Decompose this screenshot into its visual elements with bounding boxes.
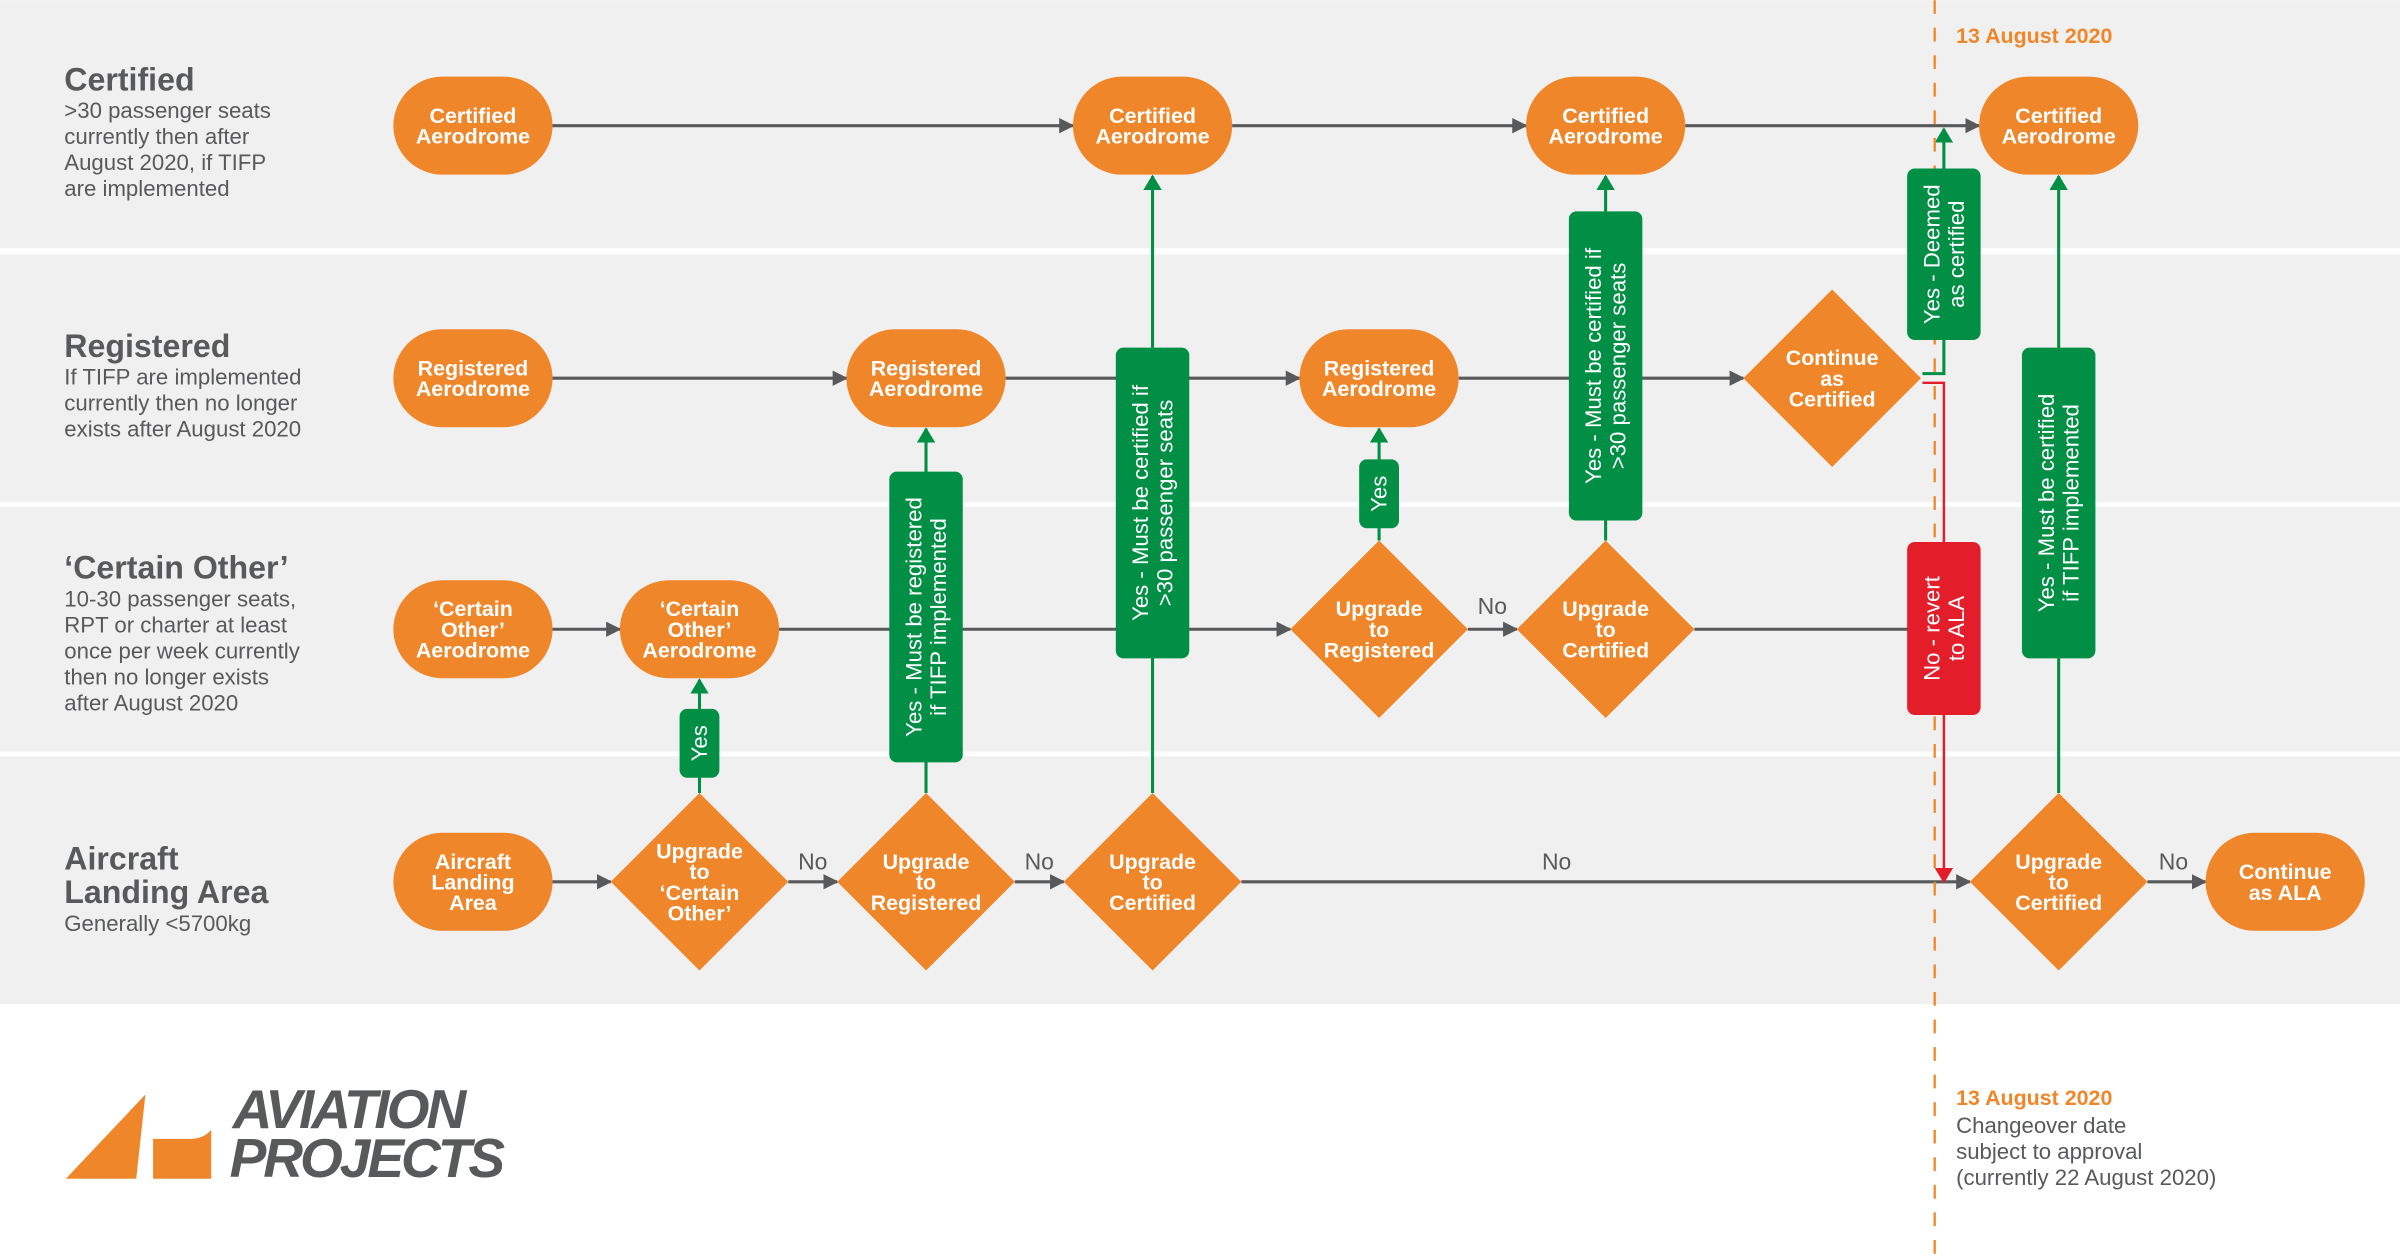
condition-label-line: Yes - Must be certified if [1128, 384, 1153, 621]
lane-desc-line: are implemented [64, 176, 229, 201]
lane-desc-line: then no longer exists [64, 664, 269, 689]
node-label-line: as ALA [2249, 881, 2322, 905]
condition-label-line: >30 passenger seats [1152, 400, 1177, 607]
node-label-line: Registered [1324, 639, 1435, 663]
edge-label-no: No [798, 849, 827, 875]
node-label-line: Registered [871, 891, 982, 915]
node-label-line: Aerodrome [1322, 377, 1436, 401]
condition-box-must-cert-1[interactable]: Yes - Must be certified if >30 passenger … [1115, 347, 1190, 659]
condition-label-line: >30 passenger seats [1606, 263, 1631, 470]
lane-title: Aircraft [64, 841, 179, 877]
flowchart-diagram: Certified >30 passenger seats currently … [0, 0, 2400, 1260]
condition-box-yes-reg[interactable]: Yes [1359, 459, 1399, 529]
logo-mark-right [153, 1129, 212, 1179]
node-label-line: Aerodrome [642, 639, 756, 663]
node-label-line: Aerodrome [416, 377, 530, 401]
condition-box-text: Yes - Must be registered if TIFP implemen… [901, 497, 950, 737]
condition-box-text: Yes [1367, 476, 1392, 512]
condition-box-revert[interactable]: No - revert to ALA [1907, 541, 1981, 715]
condition-label-line: Yes - Must be certified if [1581, 247, 1606, 484]
terminal-node-cert-3[interactable]: CertifiedAerodrome [1526, 76, 1686, 175]
lane-title: Landing Area [64, 874, 269, 910]
terminal-node-reg-2[interactable]: RegisteredAerodrome [846, 329, 1006, 428]
edge-label-no: No [1542, 849, 1571, 875]
lane-desc-line: currently then after [64, 124, 250, 149]
node-label-line: Certified [2015, 891, 2102, 915]
condition-box-must-cert-2[interactable]: Yes - Must be certified if >30 passenger … [1568, 211, 1643, 521]
node-label-line: Aerodrome [869, 377, 983, 401]
condition-label-line: Yes - Must be registered [901, 497, 926, 737]
lane-title: Certified [64, 61, 194, 97]
lane-desc-line: If TIFP are implemented [64, 364, 301, 389]
lane-desc-line: 10-30 passenger seats, [64, 586, 296, 611]
node-label-line: Other’ [668, 901, 732, 925]
condition-box-text: Yes [687, 725, 712, 761]
condition-label-line: Yes [687, 725, 712, 761]
node-label-line: Aerodrome [1095, 125, 1209, 149]
condition-label-line: Yes - Deemed [1919, 184, 1944, 324]
changeover-note: 13 August 2020 Changeover date subject t… [1956, 1086, 2216, 1190]
lane-desc-line: once per week currently [64, 638, 300, 663]
condition-label-line: to ALA [1944, 596, 1969, 662]
aviation-projects-logo: AVIATION PROJECTS [65, 1078, 508, 1189]
condition-box-deemed[interactable]: Yes - Deemed as certified [1907, 168, 1981, 340]
condition-label-line: Yes [1367, 476, 1392, 512]
flowchart-page: Certified >30 passenger seats currently … [0, 0, 2400, 1260]
lane-desc-line: after August 2020 [64, 690, 238, 715]
lane-desc-line: Generally <5700kg [64, 911, 251, 936]
node-label-line: Certified [1789, 388, 1876, 412]
node-label-line: Aerodrome [416, 639, 530, 663]
node-label-line: Certified [1562, 639, 1649, 663]
node-label-line: Aerodrome [1549, 125, 1663, 149]
lane-desc-line: August 2020, if TIFP [64, 150, 266, 175]
edge-label-no: No [2159, 849, 2188, 875]
lane-title: ‘Certain Other’ [64, 550, 288, 586]
changeover-date-top: 13 August 2020 [1956, 24, 2112, 48]
node-label-line: Aerodrome [2002, 125, 2116, 149]
node-label-line: Area [449, 891, 498, 915]
condition-box-text: Yes - Must be certified if >30 passenger … [1581, 247, 1630, 484]
changeover-note-line: subject to approval [1956, 1139, 2142, 1164]
condition-label-line: if TIFP implemented [2059, 404, 2084, 602]
condition-box-must-cert-tifp[interactable]: Yes - Must be certified if TIFP implement… [2021, 347, 2096, 659]
logo-mark-left [65, 1094, 146, 1179]
condition-label-line: Yes - Must be certified [2034, 394, 2059, 613]
terminal-node-co-1[interactable]: ‘CertainOther’Aerodrome [393, 580, 553, 679]
lane-desc-line: exists after August 2020 [64, 416, 301, 441]
condition-box-yes-co[interactable]: Yes [679, 708, 720, 778]
terminal-node-co-2[interactable]: ‘CertainOther’Aerodrome [619, 580, 780, 679]
node-label-line: Certified [1109, 891, 1196, 915]
logo-text-line2: PROJECTS [230, 1127, 506, 1189]
edge-label-no: No [1025, 849, 1054, 875]
node-label-line: Aerodrome [416, 125, 530, 149]
lane-desc-line: currently then no longer [64, 390, 298, 415]
condition-box-must-reg[interactable]: Yes - Must be registered if TIFP implemen… [889, 471, 963, 763]
terminal-node-continue-ala[interactable]: Continueas ALA [2205, 832, 2365, 931]
condition-label-line: if TIFP implemented [926, 518, 951, 716]
condition-box-text: Yes - Must be certified if TIFP implement… [2034, 394, 2083, 613]
condition-label-line: No - revert [1919, 576, 1944, 681]
terminal-node-ala-1[interactable]: AircraftLandingArea [393, 832, 553, 931]
lane-desc-line: >30 passenger seats [64, 98, 271, 123]
terminal-node-cert-1[interactable]: CertifiedAerodrome [393, 76, 553, 175]
condition-label-line: as certified [1944, 201, 1969, 308]
lane-desc-line: RPT or charter at least [64, 612, 287, 637]
terminal-node-cert-2[interactable]: CertifiedAerodrome [1072, 76, 1233, 175]
lane-title: Registered [64, 328, 230, 364]
terminal-node-reg-3[interactable]: RegisteredAerodrome [1299, 329, 1459, 428]
changeover-note-line: Changeover date [1956, 1113, 2126, 1138]
changeover-note-line: (currently 22 August 2020) [1956, 1165, 2216, 1190]
changeover-note-date: 13 August 2020 [1956, 1086, 2112, 1110]
edge-label-no: No [1478, 593, 1507, 619]
condition-box-text: Yes - Deemed as certified [1919, 184, 1968, 324]
terminal-node-cert-4[interactable]: CertifiedAerodrome [1979, 76, 2139, 175]
condition-box-text: Yes - Must be certified if >30 passenger … [1128, 384, 1177, 621]
terminal-node-reg-1[interactable]: RegisteredAerodrome [393, 329, 553, 428]
